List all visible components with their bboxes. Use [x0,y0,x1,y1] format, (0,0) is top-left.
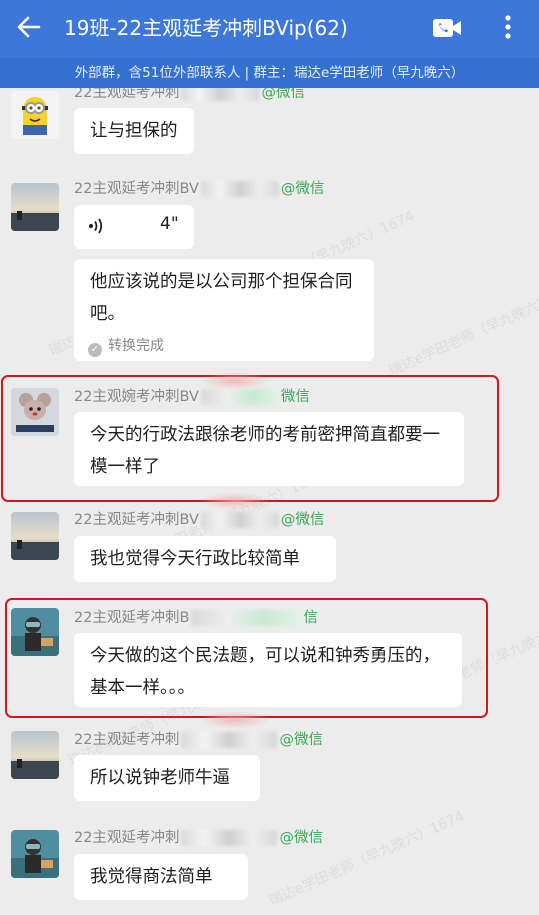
sender-name: 22主观延考冲刺 @微信 [74,88,305,104]
sender-name: 22主观延考冲刺BV @微信 [74,181,325,197]
video-call-icon[interactable] [432,16,462,40]
redacted-name [181,732,278,748]
diver-avatar[interactable] [11,830,59,878]
sunset-avatar-image [11,731,59,779]
sunset-avatar[interactable] [11,731,59,779]
mouse-avatar-image [11,388,59,436]
sunset-avatar-image [11,512,59,560]
message-bubble[interactable]: 今天做的这个民法题，可以说和钟秀勇压的，基本一样。。。 [74,633,462,707]
sender-name: 22主观婉考冲刺BV 微信 [74,389,310,405]
sunset-avatar[interactable] [11,183,59,231]
message-list[interactable]: 瑞达e学田老师（早九晚六）1674 瑞达e学田老师（早九晚六）1674 瑞达e学… [0,88,539,915]
diver-avatar[interactable] [11,608,59,656]
mouse-avatar[interactable] [11,388,59,436]
minion-avatar[interactable] [11,91,59,139]
sunset-avatar[interactable] [11,512,59,560]
minion-avatar-image [11,91,59,139]
diver-avatar-image [11,830,59,878]
group-info-bar[interactable]: 外部群，含51位外部联系人 | 群主：瑞达e学田老师（早九晚六） [0,58,539,88]
sender-name: 22主观延考冲刺BV @微信 [74,512,325,528]
redacted-name [200,181,279,197]
diver-avatar-image [11,608,59,656]
sunset-avatar-image [11,183,59,231]
watermark: 瑞达e学田老师（早九晚六）1674 [266,808,467,910]
redaction-smudge [200,492,270,510]
voice-message-bubble[interactable]: 4" [74,205,194,249]
redacted-name [181,88,260,101]
watermark: 瑞达e学田老师（早九晚六）1674 [386,278,539,380]
title-bar: 19班-22主观延考冲刺BVip(62) [0,0,539,58]
sender-name: 22主观延考冲刺B 信 [74,610,318,626]
voice-duration: 4" [160,214,179,234]
message-bubble[interactable]: 我觉得商法简单 [74,854,248,900]
check-circle-icon: ✓ [88,343,102,357]
redacted-name [200,512,279,528]
message-bubble[interactable]: 让与担保的 [74,108,194,154]
message-bubble[interactable]: 今天的行政法跟徐老师的考前密押简直都要一模一样了 [74,412,464,486]
voice-wave-icon [89,218,103,234]
redaction-smudge [200,711,270,729]
sender-name: 22主观延考冲刺 @微信 [74,732,323,748]
message-bubble[interactable]: 我也觉得今天行政比较简单 [74,536,336,582]
sender-name: 22主观延考冲刺 @微信 [74,830,323,846]
redacted-name [181,830,278,846]
more-vertical-icon[interactable] [498,12,518,42]
message-bubble[interactable]: 所以说钟老师牛逼 [74,755,260,801]
transcript-status: ✓ 转换完成 [88,336,164,357]
chat-title: 19班-22主观延考冲刺BVip(62) [64,16,348,40]
redacted-name [200,389,279,405]
arrow-left-icon[interactable] [14,12,44,42]
redacted-name [191,610,302,626]
